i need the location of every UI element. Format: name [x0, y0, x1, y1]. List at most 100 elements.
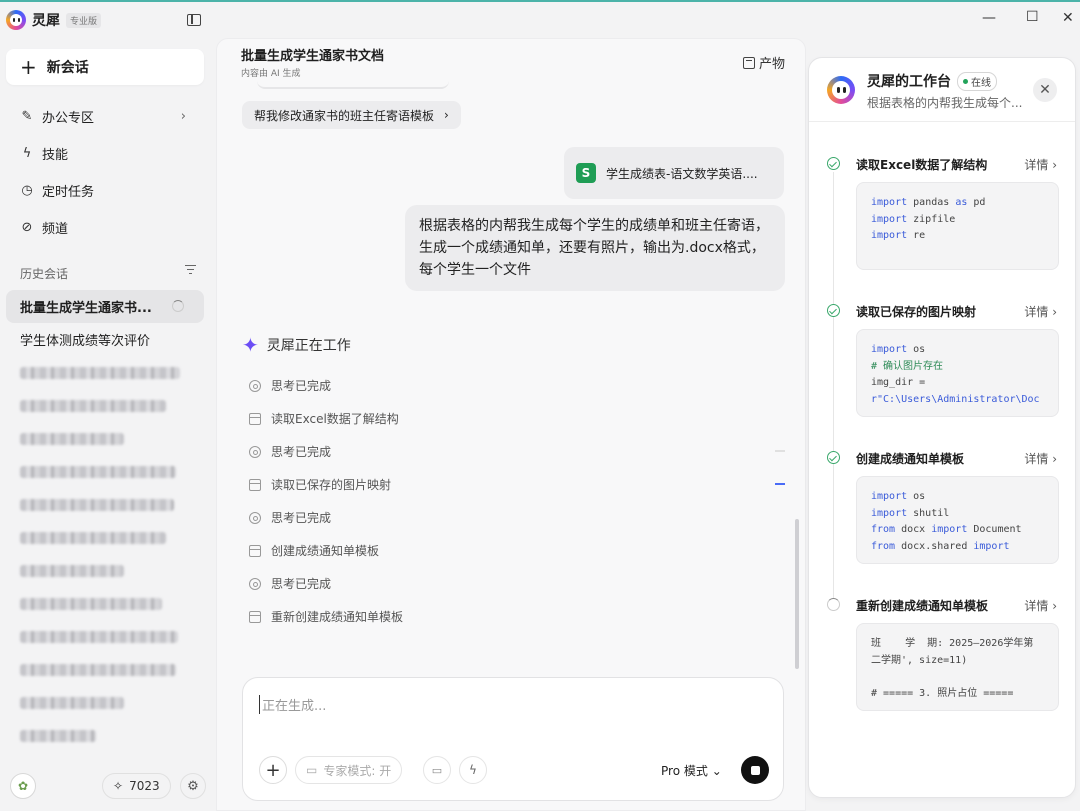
minimize-icon[interactable]: — — [982, 10, 996, 26]
step-item[interactable]: 读取已保存的图片映射 — [249, 468, 785, 501]
task-icon — [249, 478, 261, 491]
history-item-redacted[interactable] — [6, 719, 204, 752]
artifact-button[interactable]: 产物 — [743, 53, 785, 72]
task-detail-link[interactable]: 详情 › — [1024, 597, 1057, 614]
step-marker — [775, 450, 785, 452]
model-mode-select[interactable]: Pro 模式 ⌄ — [661, 762, 722, 779]
step-item[interactable]: 思考已完成 — [249, 369, 785, 402]
suggestion-chip[interactable]: 帮我修改通家书的班主任寄语模板 › — [242, 101, 461, 129]
history-item-redacted[interactable] — [6, 455, 204, 488]
step-item[interactable]: 思考已完成 — [249, 501, 785, 534]
task-card: 读取已保存的图片映射 详情 › import os # 确认图片存在 img_d… — [827, 301, 1059, 417]
code-snippet: import pandas as pd import zipfile impor… — [856, 182, 1059, 270]
screen-icon[interactable]: ▭ — [423, 756, 451, 784]
workbench-title: 灵犀的工作台 在线 — [867, 71, 997, 91]
stop-button[interactable] — [741, 756, 769, 784]
monitor-icon: ▭ — [306, 763, 318, 777]
composer: 正在生成... + ▭ 专家模式: 开 ▭ ϟ Pro 模式 ⌄ — [242, 677, 784, 801]
working-label: 灵犀正在工作 — [266, 338, 351, 354]
history-item[interactable]: 学生体测成绩等次评价 — [6, 323, 204, 356]
step-item[interactable]: 创建成绩通知单模板 — [249, 534, 785, 567]
history-item-redacted[interactable] — [6, 356, 204, 389]
step-item[interactable]: 思考已完成 — [249, 435, 785, 468]
scrollbar[interactable] — [795, 519, 799, 669]
history-item-redacted[interactable] — [6, 389, 204, 422]
edition-badge: 专业版 — [66, 12, 102, 28]
task-header: 读取Excel数据了解结构 详情 › — [827, 154, 1059, 174]
message-input[interactable]: 正在生成... — [259, 695, 326, 714]
artifact-icon — [743, 56, 755, 69]
check-circle-icon — [827, 304, 840, 317]
task-detail-link[interactable]: 详情 › — [1024, 450, 1057, 467]
step-label: 思考已完成 — [271, 379, 332, 393]
sidebar-item-scheduled[interactable]: ◷ 定时任务 — [6, 172, 204, 209]
step-item[interactable]: 读取Excel数据了解结构 — [249, 402, 785, 435]
artifact-label: 产物 — [759, 57, 786, 72]
history-item-redacted[interactable] — [6, 587, 204, 620]
task-icon — [249, 412, 261, 425]
new-chat-button[interactable]: + 新会话 — [6, 49, 204, 85]
sidebar-toggle-icon[interactable] — [187, 14, 201, 26]
link-icon: ⊘ — [21, 220, 33, 235]
history-list: 批量生成学生通家书... 学生体测成绩等次评价 — [6, 290, 204, 752]
task-icon — [249, 544, 261, 557]
attachment-name: 学生成绩表-语文数学英语.... — [606, 166, 758, 181]
gear-icon[interactable]: ⚙ — [180, 773, 206, 799]
step-item[interactable]: 重新创建成绩通知单模板 — [249, 600, 785, 633]
close-window-icon[interactable]: ✕ — [1062, 10, 1074, 26]
clock-icon: ◷ — [21, 183, 33, 198]
bolt-icon[interactable]: ϟ — [459, 756, 487, 784]
loading-spinner-icon — [172, 300, 184, 312]
maximize-icon[interactable]: ☐ — [1026, 9, 1039, 25]
check-circle-icon — [827, 451, 840, 464]
sidebar-footer: ✿ ✧ 7023 ⚙ — [10, 773, 206, 801]
workbench-subtitle: 根据表格的内帮我生成每个... — [867, 96, 1023, 110]
history-item-redacted[interactable] — [6, 653, 204, 686]
sidebar-item-label: 频道 — [42, 222, 69, 237]
avatar[interactable]: ✿ — [10, 773, 36, 799]
task-name: 读取Excel数据了解结构 — [856, 157, 988, 172]
sidebar-item-skills[interactable]: ϟ 技能 — [6, 135, 204, 172]
history-item-redacted[interactable] — [6, 686, 204, 719]
workbench-header: 灵犀的工作台 在线 根据表格的内帮我生成每个... ✕ — [809, 58, 1075, 122]
history-item-redacted[interactable] — [6, 620, 204, 653]
task-detail-link[interactable]: 详情 › — [1024, 156, 1057, 173]
history-item-label: 学生体测成绩等次评价 — [20, 334, 151, 349]
history-item-redacted[interactable] — [6, 554, 204, 587]
close-icon[interactable]: ✕ — [1033, 78, 1057, 102]
step-label: 重新创建成绩通知单模板 — [271, 610, 404, 624]
sidebar-item-label: 办公专区 — [42, 111, 95, 126]
task-name: 读取已保存的图片映射 — [856, 304, 977, 319]
sidebar-item-channels[interactable]: ⊘ 频道 — [6, 209, 204, 246]
check-circle-icon — [827, 157, 840, 170]
add-attachment-button[interactable]: + — [259, 756, 287, 784]
new-chat-label: 新会话 — [46, 60, 89, 76]
step-label: 读取Excel数据了解结构 — [271, 412, 399, 426]
step-label: 思考已完成 — [271, 577, 332, 591]
page-title: 批量生成学生通家书文档 — [241, 49, 385, 64]
history-item-label: 批量生成学生通家书... — [20, 301, 152, 316]
step-label: 创建成绩通知单模板 — [271, 544, 380, 558]
history-item-active[interactable]: 批量生成学生通家书... — [6, 290, 204, 323]
thinking-icon — [249, 379, 261, 392]
thinking-icon — [249, 511, 261, 524]
history-item-redacted[interactable] — [6, 521, 204, 554]
filter-icon[interactable] — [185, 265, 196, 274]
task-detail-link[interactable]: 详情 › — [1024, 303, 1057, 320]
bolt-icon: ϟ — [22, 146, 32, 161]
code-snippet: 班 学 期: 2025—2026学年第 二学期', size=11) # ===… — [856, 623, 1059, 711]
sidebar-item-office[interactable]: ✎ 办公专区 › — [6, 98, 204, 135]
step-item[interactable]: 思考已完成 — [249, 567, 785, 600]
history-item-redacted[interactable] — [6, 488, 204, 521]
task-name: 重新创建成绩通知单模板 — [856, 598, 989, 613]
credits-badge[interactable]: ✧ 7023 — [102, 773, 171, 799]
workbench-title-text: 灵犀的工作台 — [867, 74, 951, 90]
app-logo-icon — [827, 76, 855, 104]
expert-mode-toggle[interactable]: ▭ 专家模式: 开 — [295, 756, 403, 784]
task-icon — [249, 610, 261, 623]
attachment-chip[interactable]: S 学生成绩表-语文数学英语.... — [564, 147, 784, 199]
chevron-right-icon: › — [444, 108, 449, 122]
suggestion-label: 帮我修改通家书的班主任寄语模板 — [254, 108, 435, 123]
step-marker-active — [775, 483, 785, 485]
history-item-redacted[interactable] — [6, 422, 204, 455]
